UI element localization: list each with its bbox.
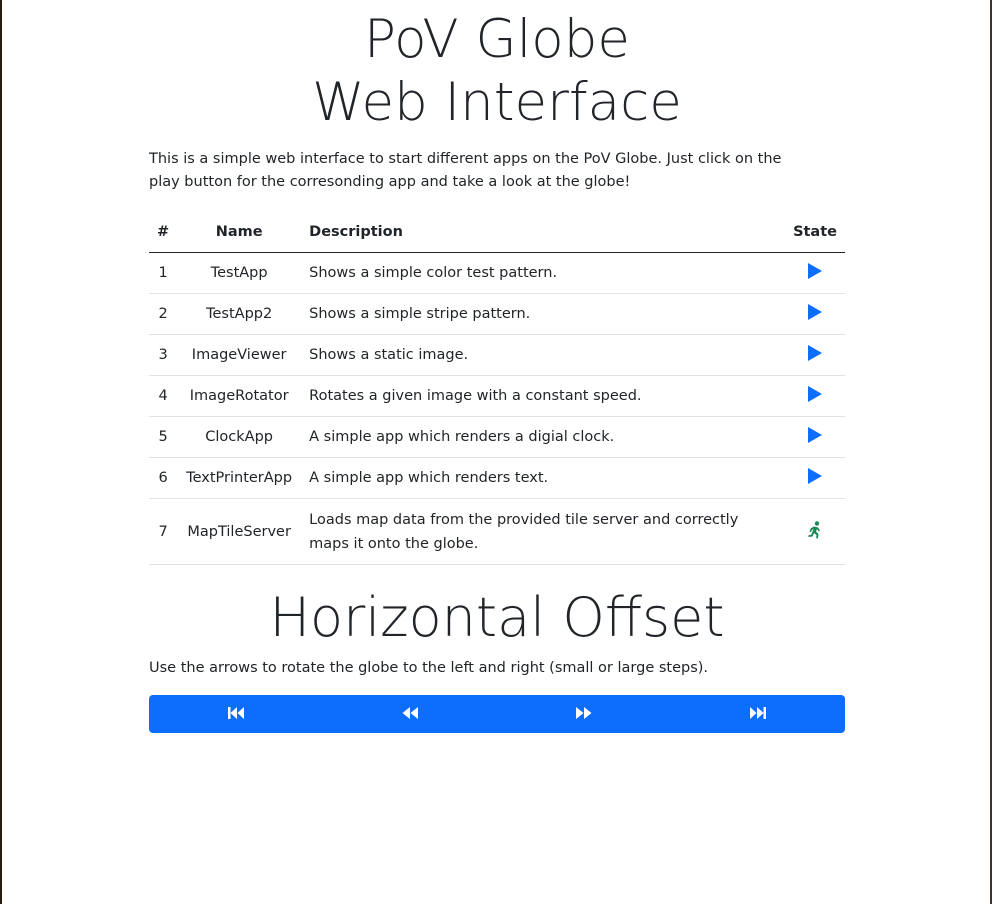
section-title-horizontal-offset: Horizontal Offset [269, 586, 725, 649]
app-number: 7 [149, 498, 178, 565]
intro-text: This is a simple web interface to start … [149, 151, 782, 190]
small-step-left-button[interactable] [323, 695, 497, 733]
app-number: 4 [149, 375, 178, 417]
table-header-row: # Name Description State [149, 212, 845, 253]
large-step-right-button[interactable] [671, 695, 845, 733]
running-icon [807, 520, 823, 543]
table-row: 4 ImageRotator Rotates a given image wit… [149, 375, 845, 417]
play-icon[interactable] [808, 304, 823, 324]
rewind-icon [401, 705, 419, 724]
column-header-state: State [785, 212, 845, 253]
app-name: MapTileServer [177, 498, 302, 565]
play-icon[interactable] [808, 263, 823, 283]
app-description: A simple app which renders a digial cloc… [301, 416, 786, 458]
table-row: 2 TestApp2 Shows a simple stripe pattern… [149, 293, 845, 335]
app-state-cell [785, 375, 845, 417]
app-name: TestApp [177, 252, 302, 294]
app-name: TestApp2 [177, 293, 302, 335]
app-name: ImageViewer [177, 334, 302, 376]
table-row: 6 TextPrinterApp A simple app which rend… [149, 457, 845, 499]
large-step-left-button[interactable] [149, 695, 323, 733]
app-number: 2 [149, 293, 178, 335]
app-name: ImageRotator [177, 375, 302, 417]
app-state-cell [785, 457, 845, 499]
column-header-description: Description [301, 212, 786, 253]
offset-button-group [149, 695, 845, 733]
page-title: PoV Globe Web Interface [149, 8, 845, 134]
table-row: 1 TestApp Shows a simple color test patt… [149, 252, 845, 294]
app-description: Loads map data from the provided tile se… [301, 498, 786, 565]
table-row: 3 ImageViewer Shows a static image. [149, 334, 845, 376]
app-state-cell [785, 416, 845, 458]
app-description: Shows a static image. [301, 334, 786, 376]
app-name: ClockApp [177, 416, 302, 458]
offset-hint-text: Use the arrows to rotate the globe to th… [149, 660, 709, 676]
app-number: 6 [149, 457, 178, 499]
table-row: 7 MapTileServer Loads map data from the … [149, 498, 845, 565]
app-number: 1 [149, 252, 178, 294]
play-icon[interactable] [808, 345, 823, 365]
skip-forward-icon [749, 705, 767, 724]
app-description: Shows a simple stripe pattern. [301, 293, 786, 335]
column-header-number: # [149, 212, 178, 253]
app-description: Rotates a given image with a constant sp… [301, 375, 786, 417]
app-number: 5 [149, 416, 178, 458]
column-header-name: Name [177, 212, 302, 253]
app-state-cell [785, 293, 845, 335]
main-container: PoV Globe Web Interface This is a simple… [149, 0, 845, 733]
app-state-cell [785, 334, 845, 376]
app-name: TextPrinterApp [177, 457, 302, 499]
skip-backward-icon [227, 705, 245, 724]
app-state-cell [785, 498, 845, 565]
play-icon[interactable] [808, 386, 823, 406]
page-title-line1: PoV Globe [364, 9, 630, 70]
apps-table: # Name Description State 1 TestApp Shows… [149, 212, 845, 565]
app-description: A simple app which renders text. [301, 457, 786, 499]
app-description: Shows a simple color test pattern. [301, 252, 786, 294]
small-step-right-button[interactable] [497, 695, 671, 733]
table-row: 5 ClockApp A simple app which renders a … [149, 416, 845, 458]
page-title-line2: Web Interface [312, 72, 682, 133]
window-edge-left [0, 0, 2, 904]
play-icon[interactable] [808, 427, 823, 447]
app-state-cell [785, 252, 845, 294]
app-number: 3 [149, 334, 178, 376]
fast-forward-icon [575, 705, 593, 724]
play-icon[interactable] [808, 468, 823, 488]
